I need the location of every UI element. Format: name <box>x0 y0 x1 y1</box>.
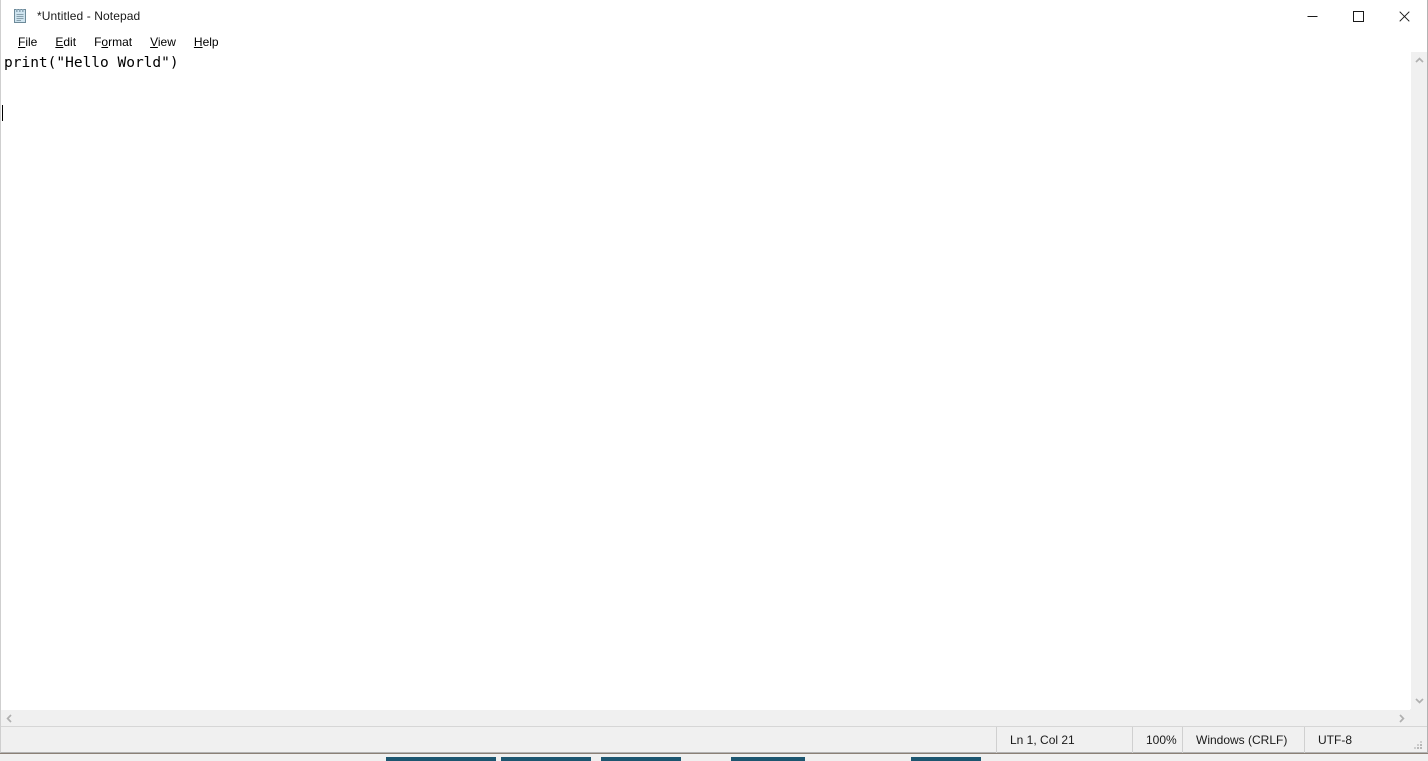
title-bar[interactable]: *Untitled - Notepad <box>1 0 1427 32</box>
menu-bar: File Edit Format View Help <box>1 32 1427 52</box>
menu-label-after: elp <box>202 34 219 49</box>
menu-item-view[interactable]: View <box>141 33 185 52</box>
status-encoding[interactable]: UTF-8 <box>1304 726 1427 753</box>
menu-item-format[interactable]: Format <box>85 33 141 52</box>
window-controls <box>1289 0 1427 32</box>
document-text: print("Hello World") <box>4 55 179 71</box>
menu-accesskey: H <box>193 34 203 49</box>
desktop: *Untitled - Notepad File Edit Format Vie… <box>0 0 1428 761</box>
menu-accesskey: V <box>150 34 158 49</box>
taskbar-app-indicator[interactable] <box>601 757 681 761</box>
text-caret <box>2 105 3 121</box>
chevron-right-icon <box>1399 713 1405 723</box>
taskbar-app-indicator[interactable] <box>911 757 981 761</box>
chevron-up-icon <box>1414 57 1424 63</box>
taskbar[interactable] <box>0 753 1428 761</box>
menu-item-help[interactable]: Help <box>185 33 228 52</box>
menu-item-edit[interactable]: Edit <box>46 33 85 52</box>
notepad-icon <box>12 8 28 24</box>
scroll-right-button[interactable] <box>1393 710 1410 727</box>
notepad-window: *Untitled - Notepad File Edit Format Vie… <box>0 0 1428 753</box>
menu-label-after: rmat <box>108 34 133 49</box>
minimize-button[interactable] <box>1289 0 1335 32</box>
resize-grip-icon[interactable] <box>1413 738 1424 749</box>
menu-label-after: dit <box>63 34 77 49</box>
window-title: *Untitled - Notepad <box>37 9 141 23</box>
taskbar-app-indicator[interactable] <box>731 757 805 761</box>
text-editor[interactable]: print("Hello World") <box>1 52 1410 709</box>
taskbar-app-indicator[interactable] <box>386 757 496 761</box>
chevron-left-icon <box>6 713 12 723</box>
status-line-ending[interactable]: Windows (CRLF) <box>1182 726 1304 753</box>
status-line-column[interactable]: Ln 1, Col 21 <box>996 726 1132 753</box>
taskbar-app-indicator[interactable] <box>501 757 591 761</box>
close-button[interactable] <box>1381 0 1427 32</box>
menu-label-after: iew <box>157 34 176 49</box>
horizontal-scrollbar-row <box>1 709 1427 726</box>
menu-label-after: ile <box>25 34 38 49</box>
horizontal-scrollbar[interactable] <box>1 709 1410 726</box>
vertical-scrollbar[interactable] <box>1410 52 1427 709</box>
scroll-up-button[interactable] <box>1411 52 1428 69</box>
scroll-left-button[interactable] <box>1 710 18 727</box>
chevron-down-icon <box>1414 698 1424 704</box>
scrollbar-corner <box>1410 709 1427 726</box>
status-bar: Ln 1, Col 21 100% Windows (CRLF) UTF-8 <box>1 726 1427 753</box>
status-zoom-level[interactable]: 100% <box>1132 726 1182 753</box>
menu-item-file[interactable]: File <box>9 33 46 52</box>
maximize-button[interactable] <box>1335 0 1381 32</box>
editor-area: print("Hello World") <box>1 52 1427 709</box>
scroll-down-button[interactable] <box>1411 692 1428 709</box>
